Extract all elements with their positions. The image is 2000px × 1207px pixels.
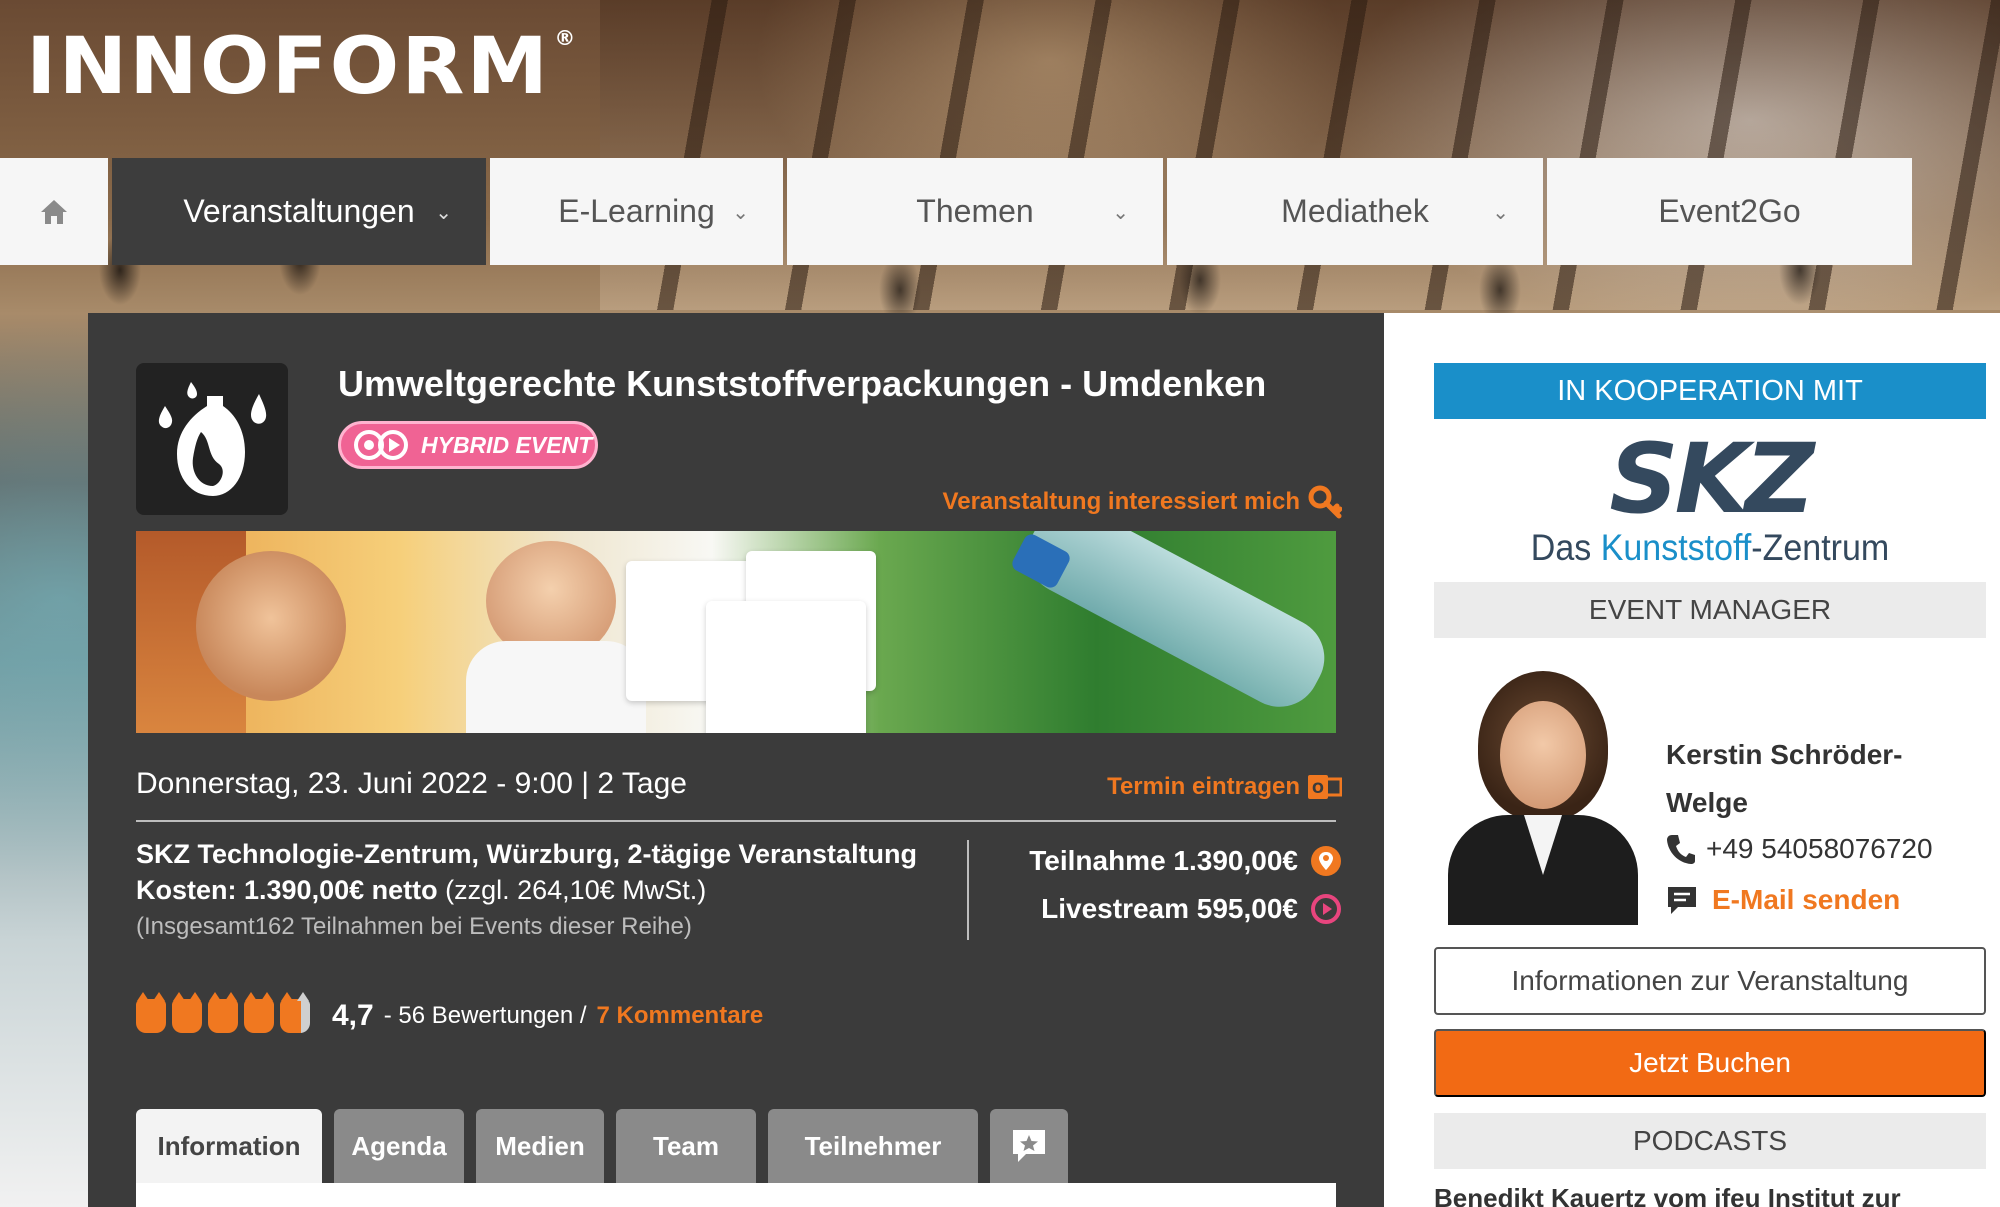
- chevron-down-icon: ⌄: [435, 202, 452, 224]
- skz-sub-highlight: Kunststoff: [1600, 527, 1752, 569]
- interest-link[interactable]: Veranstaltung interessiert mich: [943, 485, 1342, 519]
- rating-review-count: - 56 Bewertungen /: [383, 1002, 587, 1029]
- event-cost-tax: (zzgl. 264,10€ MwSt.): [445, 875, 707, 905]
- tab-medien[interactable]: Medien: [476, 1109, 604, 1183]
- event-banner-image: [136, 531, 1336, 733]
- event-info-button[interactable]: Informationen zur Veranstaltung: [1434, 947, 1986, 1015]
- interest-link-label: Veranstaltung interessiert mich: [942, 488, 1300, 515]
- event-cost-net: Kosten: 1.390,00€ netto: [136, 875, 438, 905]
- play-icon: [1311, 894, 1341, 924]
- nav-item-label: E-Learning: [558, 193, 715, 229]
- owl-rating-icon: [208, 992, 238, 1033]
- tab-content-area: [136, 1183, 1336, 1207]
- logo-registered-mark: ®: [554, 26, 578, 50]
- hybrid-icon: [353, 429, 409, 461]
- tab-team[interactable]: Team: [616, 1109, 756, 1183]
- rating-score: 4,7: [332, 999, 374, 1032]
- location-pin-icon: [1311, 846, 1341, 876]
- star-comment-icon: [1013, 1130, 1045, 1162]
- manager-phone-number: +49 54058076720: [1706, 833, 1933, 864]
- logo-text: INNOFORM: [26, 22, 551, 112]
- tab-information[interactable]: Information: [136, 1109, 322, 1183]
- event-rating: 4,7 - 56 Bewertungen / 7 Kommentare: [136, 992, 764, 1033]
- main-navigation: Veranstaltungen ⌄ E-Learning ⌄ Themen ⌄ …: [0, 158, 2000, 265]
- rating-owls: [136, 992, 310, 1033]
- svg-text:O: O: [1312, 781, 1324, 797]
- owl-rating-icon: [244, 992, 274, 1033]
- podcast-teaser-title[interactable]: Benedikt Kauertz vom ifeu Institut zur: [1434, 1183, 1986, 1207]
- add-to-calendar-label: Termin eintragen: [1107, 773, 1300, 800]
- price-divider: [967, 840, 969, 940]
- manager-phone[interactable]: +49 54058076720: [1666, 833, 1933, 865]
- event-tabs: Information Agenda Medien Team Teilnehme…: [136, 1109, 1068, 1183]
- skz-partner-logo[interactable]: SKZ Das Kunststoff-Zentrum: [1434, 431, 1986, 571]
- comments-link[interactable]: 7 Kommentare: [597, 1002, 764, 1030]
- skz-sub-prefix: Das: [1530, 527, 1601, 569]
- nav-item-mediathek[interactable]: Mediathek ⌄: [1167, 158, 1543, 265]
- home-icon: [41, 199, 67, 224]
- hybrid-event-badge: HYBRID EVENT: [338, 421, 598, 469]
- event-manager-header: EVENT MANAGER: [1434, 582, 1986, 638]
- send-email-link[interactable]: E-Mail senden: [1666, 884, 1900, 916]
- skz-logo-subtitle: Das Kunststoff-Zentrum: [1434, 527, 1986, 570]
- manager-photo: [1438, 665, 1648, 925]
- event-category-icon: [136, 363, 288, 515]
- key-icon: [1308, 485, 1342, 519]
- nav-item-label: Themen: [916, 193, 1034, 229]
- owl-rating-icon: [136, 992, 166, 1033]
- phone-icon: [1667, 835, 1695, 864]
- price-livestream[interactable]: Livestream 595,00€: [1041, 893, 1342, 925]
- chat-bubble-icon: [1668, 887, 1696, 914]
- tab-agenda[interactable]: Agenda: [334, 1109, 464, 1183]
- chevron-down-icon: ⌄: [732, 202, 749, 224]
- book-now-button[interactable]: Jetzt Buchen: [1434, 1029, 1986, 1097]
- nav-item-label: Mediathek: [1281, 193, 1429, 229]
- nav-item-event2go[interactable]: Event2Go: [1547, 158, 1912, 265]
- event-date: Donnerstag, 23. Juni 2022 - 9:00 | 2 Tag…: [136, 767, 687, 800]
- event-title: Umweltgerechte Kunststoffverpackungen - …: [338, 363, 1267, 404]
- owl-rating-icon: [172, 992, 202, 1033]
- tab-teilnehmer[interactable]: Teilnehmer: [768, 1109, 978, 1183]
- skz-sub-suffix: -Zentrum: [1751, 527, 1890, 569]
- price-livestream-label: Livestream 595,00€: [1041, 893, 1298, 924]
- send-email-label: E-Mail senden: [1712, 884, 1901, 915]
- price-participation[interactable]: Teilnahme 1.390,00€: [1029, 845, 1342, 877]
- nav-item-e-learning[interactable]: E-Learning ⌄: [490, 158, 783, 265]
- event-location: SKZ Technologie-Zentrum, Würzburg, 2-täg…: [136, 839, 918, 869]
- date-divider: [136, 820, 1336, 822]
- outlook-calendar-icon: O: [1308, 775, 1342, 799]
- water-bottle-drops-icon: [158, 382, 267, 496]
- nav-item-themen[interactable]: Themen ⌄: [787, 158, 1163, 265]
- total-participations: (Insgesamt162 Teilnahmen bei Events dies…: [136, 913, 692, 940]
- price-participation-label: Teilnahme 1.390,00€: [1029, 845, 1298, 876]
- nav-item-label: Veranstaltungen: [183, 193, 415, 229]
- event-cost: Kosten: 1.390,00€ netto (zzgl. 264,10€ M…: [136, 875, 706, 906]
- owl-rating-icon: [280, 992, 310, 1033]
- event-sidebar: IN KOOPERATION MIT SKZ Das Kunststoff-Ze…: [1384, 313, 2000, 1207]
- chevron-down-icon: ⌄: [1492, 202, 1509, 224]
- event-detail-panel: Umweltgerechte Kunststoffverpackungen - …: [88, 313, 1384, 1207]
- innoform-logo[interactable]: INNOFORM ®: [26, 28, 577, 106]
- add-to-calendar-link[interactable]: Termin eintragen O: [1107, 771, 1342, 803]
- hybrid-badge-label: HYBRID EVENT: [421, 431, 593, 458]
- chevron-down-icon: ⌄: [1112, 202, 1129, 224]
- skz-logo-letters: SKZ: [1609, 423, 1814, 535]
- nav-item-veranstaltungen[interactable]: Veranstaltungen ⌄: [112, 158, 486, 265]
- tab-ratings[interactable]: [990, 1109, 1068, 1183]
- nav-item-label: Event2Go: [1658, 193, 1801, 229]
- nav-home-button[interactable]: [0, 158, 108, 265]
- cooperation-header: IN KOOPERATION MIT: [1434, 363, 1986, 419]
- podcasts-header: PODCASTS: [1434, 1113, 1986, 1169]
- manager-name: Kerstin Schröder-Welge: [1666, 739, 1903, 818]
